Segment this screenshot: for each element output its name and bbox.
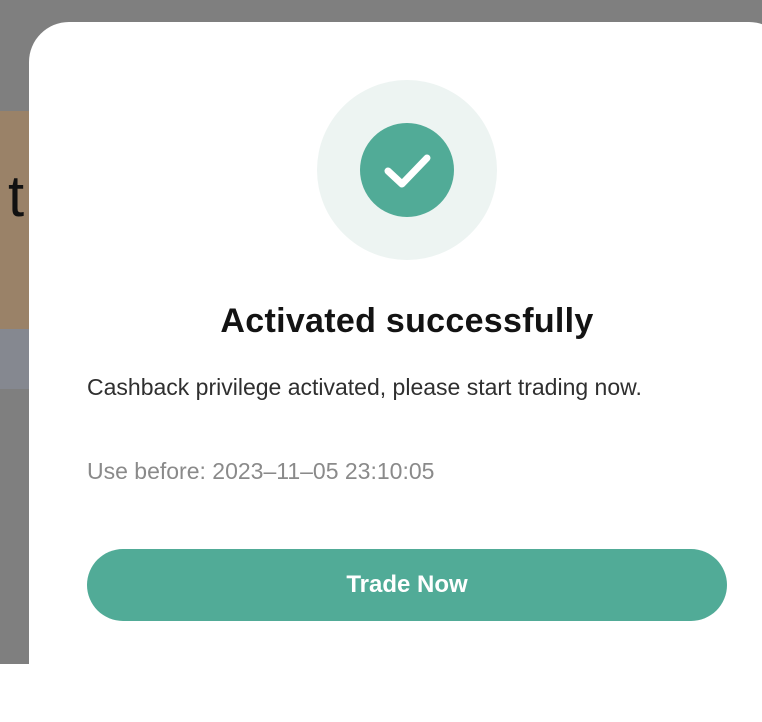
dialog-title: Activated successfully xyxy=(220,302,594,340)
expiry-text: Use before: 2023–11–05 23:10:05 xyxy=(87,458,435,484)
success-dialog: Activated successfully Cashback privileg… xyxy=(29,22,762,722)
background-heading-fragment: t xyxy=(8,164,25,229)
success-icon-halo xyxy=(317,80,497,260)
dialog-message: Cashback privilege activated, please sta… xyxy=(87,374,642,400)
check-circle-icon xyxy=(360,123,454,217)
trade-now-button[interactable]: Trade Now xyxy=(87,549,727,621)
checkmark-icon xyxy=(384,154,431,188)
